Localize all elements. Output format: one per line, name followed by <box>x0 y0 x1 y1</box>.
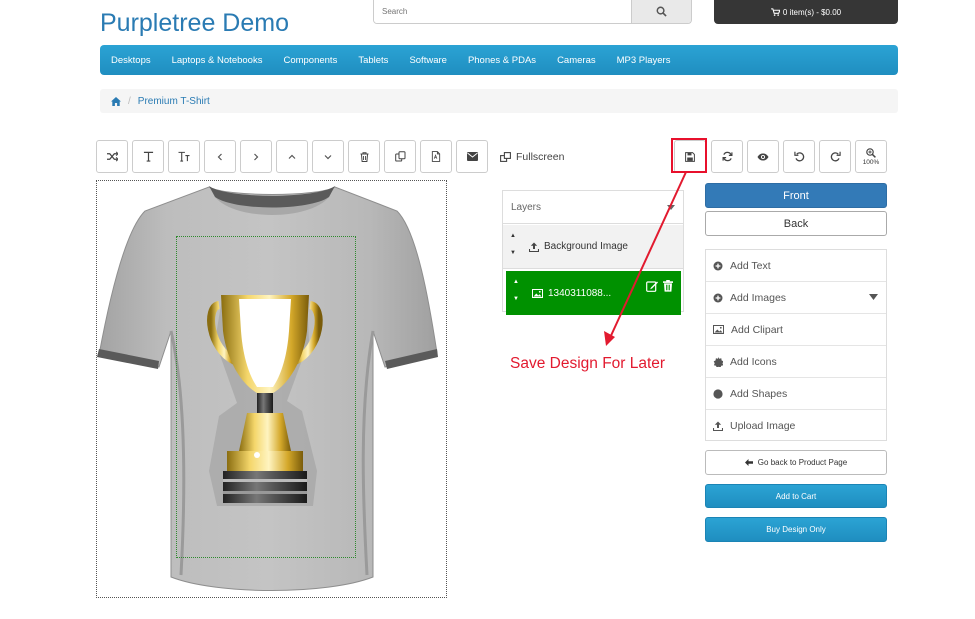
add-to-cart-button[interactable]: Add to Cart <box>705 484 887 508</box>
annotation-label: Save Design For Later <box>510 355 666 372</box>
tool-add-clipart[interactable]: Add Clipart <box>706 314 886 346</box>
go-back-button[interactable]: Go back to Product Page <box>705 450 887 475</box>
buy-design-button[interactable]: Buy Design Only <box>705 517 887 542</box>
tool-add-text[interactable]: Add Text <box>706 250 886 282</box>
tool-upload-image[interactable]: Upload Image <box>706 410 886 442</box>
tools-panel: Add Text Add Images Add Clipart Add Icon… <box>705 249 887 441</box>
tool-label: Add Icons <box>730 355 777 368</box>
plus-circle-icon <box>713 261 723 270</box>
tool-label: Add Text <box>730 259 771 272</box>
tool-label: Add Images <box>730 291 787 304</box>
badge-icon <box>713 356 723 367</box>
back-side-button[interactable]: Back <box>705 211 887 236</box>
tool-label: Add Shapes <box>730 387 788 400</box>
front-side-button[interactable]: Front <box>705 183 887 208</box>
upload-icon <box>713 421 723 431</box>
tool-label: Add Clipart <box>731 323 783 336</box>
tool-add-shapes[interactable]: Add Shapes <box>706 378 886 410</box>
tool-label: Upload Image <box>730 420 796 432</box>
caret-down-icon <box>869 294 878 300</box>
tool-add-icons[interactable]: Add Icons <box>706 346 886 378</box>
go-back-label: Go back to Product Page <box>757 458 848 467</box>
plus-circle-icon <box>713 293 723 302</box>
image-icon <box>713 325 724 334</box>
tool-add-images[interactable]: Add Images <box>706 282 886 314</box>
circle-icon <box>713 388 723 399</box>
arrow-left-icon <box>744 459 753 466</box>
